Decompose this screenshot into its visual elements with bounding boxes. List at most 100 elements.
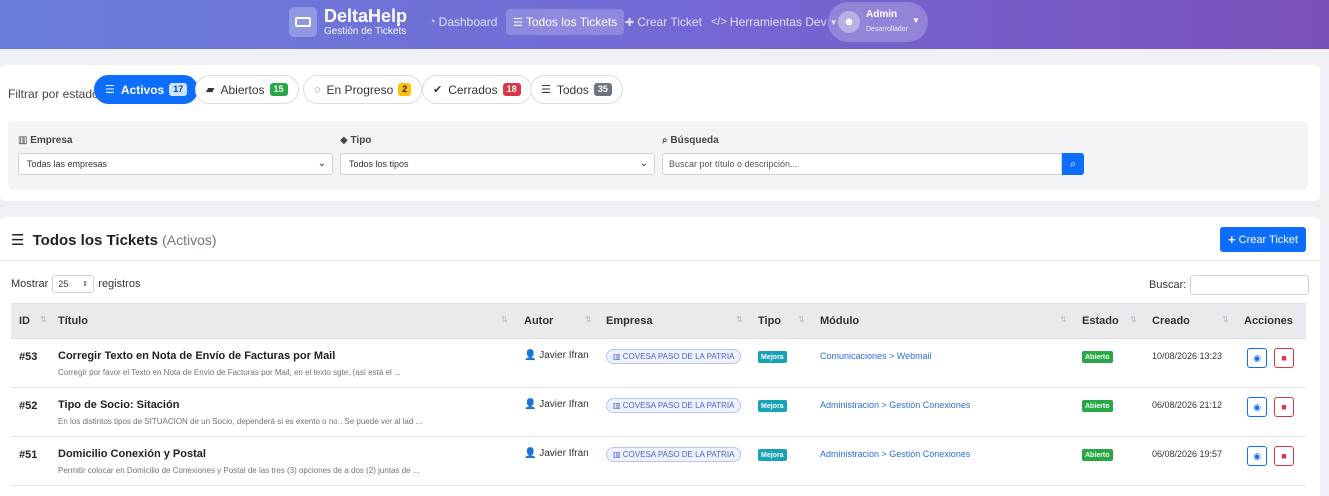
table-row[interactable]: #53 Corregir Texto en Nota de Envío de F…: [11, 339, 1306, 388]
col-estado[interactable]: Estado: [1082, 315, 1119, 327]
ticket-desc: Permitir colocar en Domicilio de Conexio…: [58, 466, 420, 475]
nav-create-ticket-label: Crear Ticket: [637, 15, 702, 29]
building-icon: ▥: [613, 450, 623, 459]
tipo-badge: Mejora: [758, 400, 787, 412]
table-row[interactable]: #52 Tipo de Socio: Sitación En los disti…: [11, 388, 1306, 437]
tag-icon: ◆: [340, 135, 348, 146]
col-id[interactable]: ID: [19, 315, 30, 327]
ticket-logo-icon: [289, 7, 317, 37]
sort-icon: ⇅: [798, 315, 805, 324]
ticket-desc: Corregir por favor el Texto en Nota de E…: [58, 368, 401, 377]
ticket-modulo: Comunicaciones > Webmail: [820, 351, 932, 361]
page-length-select[interactable]: 25 ⇕: [52, 275, 95, 293]
table-search-control: Buscar:: [1149, 275, 1310, 295]
chip-label: En Progreso: [326, 82, 394, 97]
ticket-created: 06/08/2026 19:57: [1152, 449, 1223, 459]
tipo-label: ◆ Tipo: [340, 135, 372, 146]
table-header: ID ⇅ Título ⇅ Autor ⇅ Empresa ⇅ Tipo ⇅ M…: [11, 303, 1306, 339]
brand[interactable]: DeltaHelp Gestión de Tickets: [289, 6, 407, 38]
delete-button[interactable]: ■: [1274, 397, 1294, 417]
ticket-author: 👤 Javier Ifran: [524, 399, 589, 410]
empresa-select[interactable]: Todas las empresas ⌄: [18, 153, 333, 175]
delete-button[interactable]: ■: [1274, 446, 1294, 466]
nav-dev-tools[interactable]: </> Herramientas Dev ▼: [704, 9, 845, 35]
folder-open-icon: ▰: [206, 84, 215, 96]
top-navbar: DeltaHelp Gestión de Tickets ◔ Dashboard…: [0, 0, 1329, 49]
ticket-desc: En los distintos tipos de SITUACION de u…: [58, 417, 423, 426]
trash-icon: ■: [1281, 402, 1287, 412]
col-empresa[interactable]: Empresa: [606, 315, 652, 327]
trash-icon: ■: [1281, 451, 1287, 461]
eye-icon: ◉: [1253, 352, 1261, 363]
count-badge: 35: [593, 83, 612, 96]
nav-dashboard[interactable]: ◔ Dashboard: [422, 9, 504, 35]
nav-create-ticket[interactable]: ✚ Crear Ticket: [618, 9, 709, 35]
col-creado[interactable]: Creado: [1152, 315, 1190, 327]
delete-button[interactable]: ■: [1274, 348, 1294, 368]
sort-icon: ⇅: [1060, 315, 1067, 324]
tipo-select[interactable]: Todos los tipos ⌄: [340, 153, 655, 175]
view-button[interactable]: ◉: [1247, 397, 1267, 417]
create-ticket-button[interactable]: + Crear Ticket: [1220, 227, 1306, 252]
tipo-badge: Mejora: [758, 449, 787, 461]
ticket-title[interactable]: Corregir Texto en Nota de Envío de Factu…: [58, 350, 335, 362]
ticket-created: 10/08/2026 13:23: [1152, 351, 1223, 361]
chip-activos[interactable]: ☰ Activos 17: [94, 75, 199, 104]
filter-card: Filtrar por estado: ☰ Activos 17 ▰ Abier…: [0, 65, 1320, 201]
list-icon: ☰: [11, 232, 25, 249]
search-input[interactable]: Buscar por título o descripción...: [662, 153, 1062, 175]
page-subtitle: (Activos): [162, 232, 217, 248]
chevron-down-icon: ▼: [912, 16, 920, 25]
chip-abiertos[interactable]: ▰ Abiertos 15: [195, 75, 299, 104]
brand-subtitle: Gestión de Tickets: [324, 26, 407, 37]
spinner-icon: ◌: [314, 83, 321, 96]
updown-icon: ⇕: [82, 281, 89, 288]
col-modulo[interactable]: Módulo: [820, 315, 859, 327]
empresa-badge: ▥ COVESA PASO DE LA PATRIA: [606, 349, 742, 364]
list-check-icon: ☰: [105, 84, 115, 96]
nav-all-tickets[interactable]: ☰ Todos los Tickets: [506, 9, 625, 35]
code-icon: </>: [711, 16, 727, 28]
chevron-down-icon: ⌄: [639, 158, 648, 169]
list-icon: ☰: [541, 84, 551, 96]
count-badge: 2: [398, 83, 412, 96]
eye-icon: ◉: [1253, 401, 1261, 412]
ticket-created: 06/08/2026 21:12: [1152, 400, 1223, 410]
tickets-table: ID ⇅ Título ⇅ Autor ⇅ Empresa ⇅ Tipo ⇅ M…: [11, 303, 1306, 496]
table-search-input[interactable]: [1190, 275, 1310, 295]
count-badge: 17: [169, 83, 188, 96]
col-titulo[interactable]: Título: [58, 315, 88, 327]
count-badge: 18: [502, 83, 521, 96]
user-menu[interactable]: ☻ Admin Desarrollador ▼: [828, 2, 928, 42]
user-role: Desarrollador: [866, 26, 909, 33]
brand-title: DeltaHelp: [324, 6, 408, 26]
view-button[interactable]: ◉: [1247, 446, 1267, 466]
count-badge: 15: [269, 83, 288, 96]
dashboard-icon: ◔: [429, 16, 436, 28]
table-row[interactable]: #51 Domicilio Conexión y Postal Permitir…: [11, 437, 1306, 486]
user-icon: 👤: [524, 350, 537, 361]
building-icon: ▥: [613, 401, 623, 410]
ticket-title[interactable]: Tipo de Socio: Sitación: [58, 399, 179, 411]
ticket-modulo: Administracion > Gestión Conexiones: [820, 449, 971, 459]
list-icon: ☰: [513, 16, 523, 29]
sort-icon: ⇅: [736, 315, 743, 324]
col-tipo[interactable]: Tipo: [758, 315, 781, 327]
chip-en-progreso[interactable]: ◌ En Progreso 2: [303, 75, 423, 104]
building-icon: ▥: [613, 352, 623, 361]
busqueda-label: ⌕ Búsqueda: [662, 135, 719, 146]
ticket-author: 👤 Javier Ifran: [524, 448, 589, 459]
building-icon: ▥: [18, 135, 28, 146]
col-acciones: Acciones: [1244, 315, 1293, 327]
plus-icon: ✚: [625, 16, 635, 29]
chip-cerrados[interactable]: ✔ Cerrados 18: [422, 75, 532, 104]
sort-icon: ⇅: [585, 315, 592, 324]
empresa-badge: ▥ COVESA PASO DE LA PATRIA: [606, 398, 742, 413]
chip-todos[interactable]: ☰ Todos 35: [530, 75, 623, 104]
search-button[interactable]: ⌕: [1062, 153, 1084, 175]
ticket-title[interactable]: Domicilio Conexión y Postal: [58, 448, 206, 460]
ticket-author: 👤 Javier Ifran: [524, 350, 589, 361]
user-icon: 👤: [524, 448, 537, 459]
col-autor[interactable]: Autor: [524, 315, 553, 327]
view-button[interactable]: ◉: [1247, 348, 1267, 368]
